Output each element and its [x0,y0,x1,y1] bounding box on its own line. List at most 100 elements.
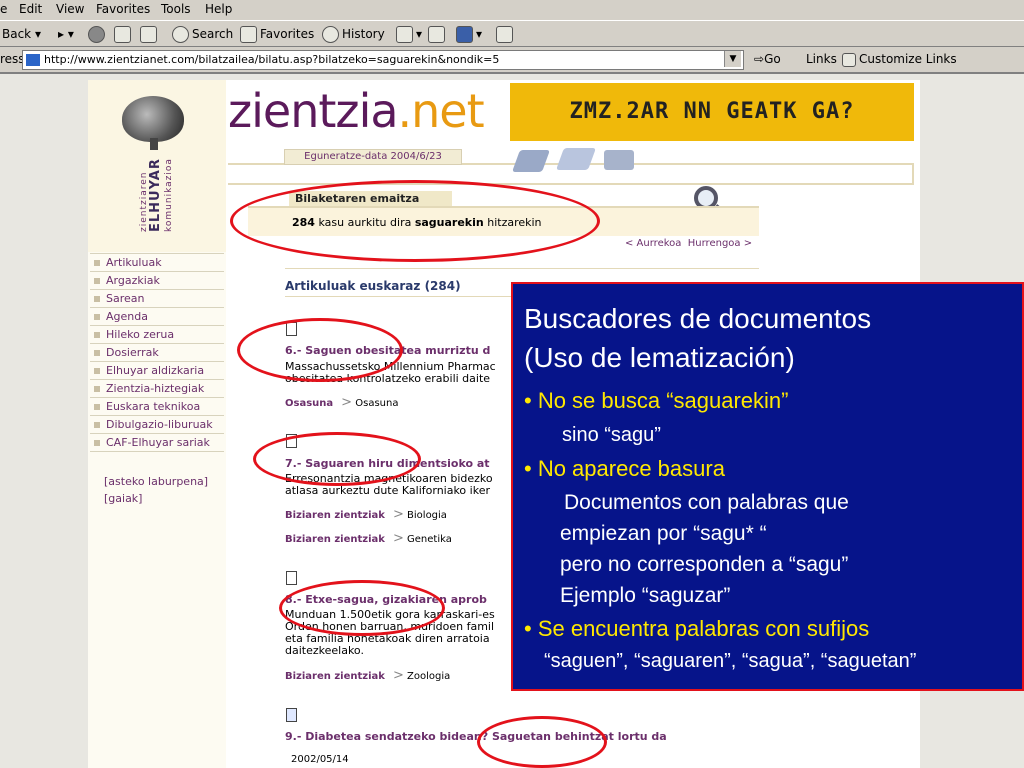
url-field[interactable]: http://www.zientzianet.com/bilatzailea/b… [22,50,744,70]
mail-icon[interactable]: ▾ [396,25,422,43]
result-title-9[interactable]: 9.- Diabetea sendatzeko bidean? Saguetan… [285,730,667,743]
update-date: Eguneratze-data 2004/6/23 [284,149,462,165]
nav-label: Argazkiak [106,274,160,287]
highlight-ring-summary [230,180,600,262]
point-3-detail: “saguen”, “saguaren”, “sagua”, “saguetan… [544,650,917,672]
menu-edit[interactable]: Edit [19,2,42,16]
prev-link[interactable]: < Aurrekoa [625,238,681,249]
nav-label: CAF-Elhuyar sariak [106,436,210,449]
nav-label: Dosierrak [106,346,159,359]
point-2-line-2: empiezan por “sagu* “ [560,522,767,545]
nav-item-dosierrak[interactable]: Dosierrak [90,344,224,362]
category-sub: Osasuna [355,398,399,409]
next-link[interactable]: Hurrengoa > [688,238,752,249]
category-main: Biziaren zientziak [285,534,385,545]
point-2: • No aparece basura [524,456,725,481]
url-dropdown-icon[interactable]: ▼ [724,51,741,67]
stop-icon[interactable] [88,25,108,43]
brain-logo-icon [122,96,184,142]
home-icon[interactable] [140,25,160,43]
result-category[interactable]: Biziaren zientziak > Zoologia [285,668,450,683]
nav-label: Sarean [106,292,145,305]
brand-right: .net [397,84,485,138]
nav-label: Hileko zerua [106,328,175,341]
go-button[interactable]: ⇨Go [754,52,781,66]
history-button[interactable]: History [322,25,385,43]
menu-view[interactable]: View [56,2,84,16]
nav-item-caf-elhuyar-sariak[interactable]: CAF-Elhuyar sariak [90,434,224,452]
category-main: Osasuna [285,398,334,409]
nav-item-dibulgazio-liburuak[interactable]: Dibulgazio-liburuak [90,416,224,434]
page-icon [26,54,40,66]
category-sub: Genetika [407,534,452,545]
history-icon [322,26,339,43]
edit-icon[interactable]: ▾ [456,25,482,43]
favorites-label: Favorites [260,27,315,41]
search-button[interactable]: Search [172,25,233,43]
result-date: 2002/05/14 [291,754,349,765]
search-icon [172,26,189,43]
result-snippet: daitezkeelako. [285,644,364,657]
result-category[interactable]: Biziaren zientziak > Genetika [285,531,452,546]
nav-label: Dibulgazio-liburuak [106,418,213,431]
date-bar-edge [912,163,914,185]
nav-label: Euskara teknikoa [106,400,201,413]
nav-item-artikuluak[interactable]: Artikuluak [90,254,224,272]
nav-label: Artikuluak [106,256,162,269]
site-logo[interactable]: zientzia.net [228,84,485,138]
favorites-button[interactable]: Favorites [240,25,314,43]
nav-item-agenda[interactable]: Agenda [90,308,224,326]
point-1: • No se busca “saguarekin” [524,388,789,413]
nav-item-euskara-teknikoa[interactable]: Euskara teknikoa [90,398,224,416]
brain-stem-icon [150,138,158,150]
point-1-detail: sino “sagu” [562,424,661,446]
nav-item-sarean[interactable]: Sarean [90,290,224,308]
menu-favorites[interactable]: Favorites [96,2,150,16]
lock-icon[interactable] [604,150,634,170]
nav-item-hileko-zerua[interactable]: Hileko zerua [90,326,224,344]
result-category[interactable]: Osasuna > Osasuna [285,395,398,410]
back-button[interactable]: Back ▾ [2,25,41,43]
discuss-icon[interactable] [496,25,516,43]
back-label: Back [2,27,32,41]
result-snippet: atlasa aurkeztu dute Kaliforniako iker [285,484,490,497]
menu-file[interactable]: e [0,2,7,16]
nav-item-zientzia-hiztegiak[interactable]: Zientzia-hiztegiak [90,380,224,398]
topics-link[interactable]: [gaiak] [104,492,142,505]
nav-item-elhuyar-aldizkaria[interactable]: Elhuyar aldizkaria [90,362,224,380]
address-bar: ress http://www.zientzianet.com/bilatzai… [0,47,1024,74]
address-label: ress [0,52,25,66]
nav-item-argazkiak[interactable]: Argazkiak [90,272,224,290]
menu-tools[interactable]: Tools [161,2,191,16]
category-main: Biziaren zientziak [285,671,385,682]
document-icon [286,708,297,722]
print-icon[interactable] [428,25,448,43]
highlight-ring-result-8 [279,580,445,636]
links-button[interactable]: Links [806,52,837,66]
nav-label: Elhuyar aldizkaria [106,364,205,377]
point-2-line-4: Ejemplo “saguzar” [560,584,731,607]
customize-links-link[interactable]: Customize Links [842,52,957,67]
ad-banner[interactable]: ZMZ.2AR NN GEATK GA? [510,83,914,141]
favorites-icon [240,26,257,43]
point-2-line-3: pero no corresponden a “sagu” [560,553,849,576]
panel-title-1: Buscadores de documentos [524,303,872,334]
refresh-icon[interactable] [114,25,134,43]
forward-button[interactable]: ▸ ▾ [58,25,74,43]
result-category[interactable]: Biziaren zientziak > Biologia [285,507,447,522]
url-text: http://www.zientzianet.com/bilatzailea/b… [44,53,500,66]
highlight-ring-result-6 [237,318,403,382]
pager: < Aurrekoa Hurrengoa > [625,238,752,249]
menu-bar: e Edit View Favorites Tools Help [0,0,1024,21]
highlight-ring-result-7 [253,432,421,486]
weekly-summary-link[interactable]: [asteko laburpena] [104,475,208,488]
category-main: Biziaren zientziak [285,510,385,521]
menu-help[interactable]: Help [205,2,232,16]
category-sub: Zoologia [407,671,451,682]
panel-title-2: (Uso de lematización) [524,342,795,373]
document-icon [286,571,297,585]
nav-label: Agenda [106,310,148,323]
explanation-panel: Buscadores de documentos (Uso de lematiz… [511,282,1024,691]
logo-text-3: komunikazioa [164,158,174,232]
highlight-ring-result-9 [477,716,607,768]
